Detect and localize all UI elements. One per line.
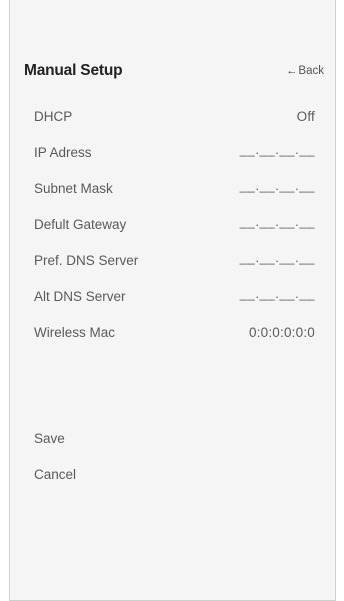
save-button[interactable]: Save bbox=[34, 428, 234, 464]
setting-label: IP Adress bbox=[34, 145, 92, 160]
setting-row-wireless-mac[interactable]: Wireless Mac 0:0:0:0:0:0 bbox=[34, 322, 322, 358]
settings-list: DHCP Off IP Adress __.__.__.__ Subnet Ma… bbox=[34, 106, 322, 358]
setting-value: __.__.__.__ bbox=[239, 214, 315, 229]
manual-setup-panel: Manual Setup ← Back DHCP Off IP Adress _… bbox=[9, 0, 336, 601]
back-button[interactable]: ← Back bbox=[286, 65, 324, 77]
left-arrow-icon: ← bbox=[286, 65, 298, 77]
setting-label: Wireless Mac bbox=[34, 325, 116, 340]
setting-row-dhcp[interactable]: DHCP Off bbox=[34, 106, 322, 142]
setting-value: __.__.__.__ bbox=[239, 178, 315, 193]
setting-value: __.__.__.__ bbox=[239, 142, 315, 157]
setting-value: __.__.__.__ bbox=[239, 250, 315, 265]
setting-label: Alt DNS Server bbox=[34, 289, 126, 304]
setting-label: DHCP bbox=[34, 109, 73, 124]
setting-value: 0:0:0:0:0:0 bbox=[248, 325, 315, 340]
setting-row-ip-address[interactable]: IP Adress __.__.__.__ bbox=[34, 142, 322, 178]
setting-value: __.__.__.__ bbox=[239, 286, 315, 301]
setting-label: Subnet Mask bbox=[34, 181, 113, 196]
setting-value: Off bbox=[296, 109, 315, 124]
setting-label: Defult Gateway bbox=[34, 217, 127, 232]
setting-row-default-gateway[interactable]: Defult Gateway __.__.__.__ bbox=[34, 214, 322, 250]
page-title: Manual Setup bbox=[24, 62, 123, 79]
back-label: Back bbox=[298, 65, 324, 77]
actions: Save Cancel bbox=[34, 428, 234, 500]
setting-row-subnet-mask[interactable]: Subnet Mask __.__.__.__ bbox=[34, 178, 322, 214]
header: Manual Setup ← Back bbox=[24, 62, 324, 84]
setting-label: Pref. DNS Server bbox=[34, 253, 139, 268]
cancel-button[interactable]: Cancel bbox=[34, 464, 234, 500]
setting-row-pref-dns-server[interactable]: Pref. DNS Server __.__.__.__ bbox=[34, 250, 322, 286]
setting-row-alt-dns-server[interactable]: Alt DNS Server __.__.__.__ bbox=[34, 286, 322, 322]
